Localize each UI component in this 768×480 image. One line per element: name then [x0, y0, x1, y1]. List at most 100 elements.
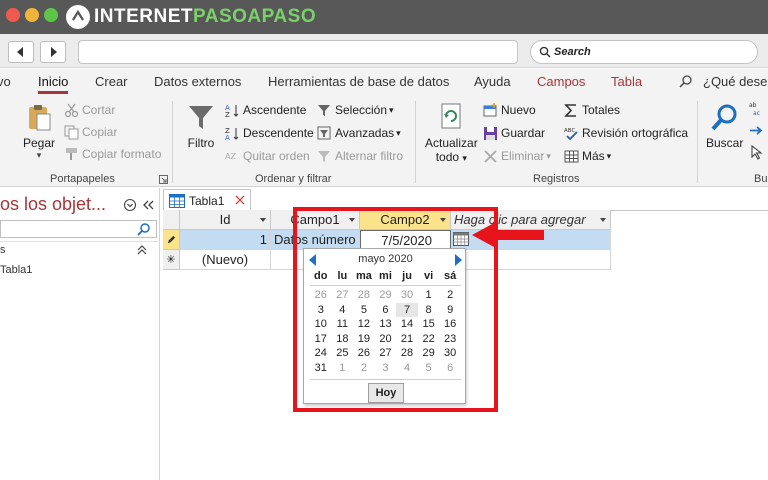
chevron-down-icon: ▾: [606, 150, 612, 161]
format-painter-label: Copiar formato: [82, 147, 162, 161]
logo-suffix: PASOAPASO: [193, 6, 317, 27]
cell-new-id[interactable]: (Nuevo): [180, 250, 271, 270]
close-icon[interactable]: [234, 194, 246, 206]
selection-filter-label: Selección: [335, 103, 388, 117]
asterisk-icon: ✳: [166, 254, 176, 266]
close-window-button[interactable]: [6, 8, 20, 22]
filter-button[interactable]: Filtro: [185, 101, 217, 150]
dropdown-arrow-icon[interactable]: [260, 218, 266, 222]
group-label-registros: Registros: [533, 173, 580, 185]
navpane-group-header[interactable]: s: [0, 244, 6, 256]
toggle-filter-button[interactable]: Alternar filtro: [316, 148, 403, 164]
replace-button[interactable]: ab ac: [748, 100, 767, 116]
chevron-down-circle-icon[interactable]: [123, 198, 137, 212]
minimize-window-button[interactable]: [25, 8, 39, 22]
row-selector-current[interactable]: [163, 230, 180, 250]
maximize-window-button[interactable]: [44, 8, 58, 22]
arrow-left-icon: [17, 47, 23, 57]
svg-text:A: A: [225, 134, 230, 141]
document-tab-label: Tabla1: [189, 193, 225, 208]
tab-datos-externos[interactable]: Datos externos: [154, 74, 241, 89]
find-button[interactable]: Buscar: [706, 101, 743, 150]
select-button[interactable]: [748, 144, 767, 160]
save-icon: [483, 126, 497, 140]
navpane-search-input[interactable]: [0, 220, 157, 238]
refresh-all-button[interactable]: Actualizar todo ▾: [425, 101, 478, 164]
dialog-launcher-icon[interactable]: [159, 175, 168, 184]
spelling-button[interactable]: ABC Revisión ortográfica: [563, 125, 689, 141]
sort-az-icon: AZ: [225, 104, 238, 118]
divider: [0, 241, 160, 242]
search-field[interactable]: Search: [530, 40, 758, 64]
double-chevron-up-icon[interactable]: [136, 244, 148, 256]
arrow-right-icon: [749, 125, 762, 135]
tab-herramientas[interactable]: Herramientas de base de datos: [268, 74, 449, 89]
tab-crear[interactable]: Crear: [95, 74, 128, 89]
column-header-id[interactable]: Id: [180, 210, 271, 230]
totals-label: Totales: [582, 103, 621, 117]
forward-button[interactable]: [40, 41, 66, 63]
collapse-pane-icon[interactable]: [141, 198, 155, 212]
address-bar[interactable]: [78, 40, 518, 64]
row-selector-new[interactable]: ✳: [163, 250, 180, 270]
tab-ayuda[interactable]: Ayuda: [474, 74, 511, 89]
group-label-ordenar: Ordenar y filtrar: [255, 173, 332, 185]
tab-tabla[interactable]: Tabla: [611, 74, 642, 89]
find-label: Buscar: [706, 136, 744, 150]
new-record-label: Nuevo: [501, 103, 536, 117]
selection-filter-button[interactable]: Selección ▾: [316, 102, 394, 118]
sigma-icon: [563, 103, 576, 117]
group-separator: [697, 101, 698, 183]
spellcheck-icon: ABC: [564, 128, 578, 140]
sort-descending-button[interactable]: ZA Descendente: [224, 125, 314, 141]
sort-ascending-label: Ascendente: [243, 103, 307, 117]
navpane-item-tabla1[interactable]: Tabla1: [0, 264, 32, 276]
group-separator: [415, 101, 416, 183]
dropdown-arrow-icon[interactable]: [600, 218, 606, 222]
format-painter-button[interactable]: Copiar formato: [63, 146, 161, 162]
goto-button[interactable]: [748, 122, 767, 138]
cut-button[interactable]: Cortar: [63, 102, 115, 118]
navigation-pane: os los objet... s Tabla1: [0, 188, 160, 480]
funnel-icon: [189, 106, 213, 129]
advanced-filter-label: Avanzadas: [335, 126, 395, 140]
chevron-down-icon: ▾: [396, 127, 401, 138]
select-all-corner[interactable]: [163, 210, 180, 230]
pencil-icon: [167, 235, 175, 244]
back-button[interactable]: [8, 41, 34, 63]
delete-record-button[interactable]: Eliminar ▾: [482, 148, 551, 164]
save-record-button[interactable]: Guardar: [482, 125, 545, 141]
copy-icon: [64, 125, 78, 139]
remove-sort-label: Quitar orden: [243, 149, 310, 163]
svg-text:ABC: ABC: [564, 128, 575, 134]
table-icon: [169, 193, 185, 208]
group-separator: [172, 101, 173, 183]
tab-campos[interactable]: Campos: [537, 74, 585, 89]
tell-me-field[interactable]: ¿Qué desea: [703, 74, 768, 89]
remove-sort-button[interactable]: AZ Quitar orden: [224, 148, 310, 164]
totals-button[interactable]: Totales: [563, 102, 620, 118]
document-tab-tabla1[interactable]: Tabla1: [163, 189, 251, 211]
new-record-button[interactable]: Nuevo: [482, 102, 536, 118]
sort-ascending-button[interactable]: AZ Ascendente: [224, 102, 307, 118]
search-icon[interactable]: [137, 222, 151, 236]
new-record-icon: [483, 102, 496, 116]
tab-inicio[interactable]: Inicio: [38, 74, 69, 94]
annotation-highlight-box: [293, 207, 498, 412]
cell-id[interactable]: 1: [180, 230, 271, 250]
paste-button[interactable]: Pegar ▾: [23, 101, 55, 161]
delete-record-label: Eliminar: [501, 149, 545, 163]
navpane-title[interactable]: os los objet...: [0, 194, 106, 215]
group-label-portapapeles: Portapapeles: [50, 173, 115, 185]
paintbrush-icon: [65, 147, 77, 160]
paste-label: Pegar: [23, 136, 56, 150]
tab-archivo[interactable]: vo: [0, 74, 11, 89]
scissors-icon: [64, 103, 78, 117]
ribbon-tab-bar: vo Inicio Crear Datos externos Herramien…: [0, 69, 768, 95]
window-titlebar: INTERNETPASOAPASO: [0, 0, 768, 34]
copy-button[interactable]: Copiar: [63, 124, 117, 140]
sort-descending-label: Descendente: [243, 126, 314, 140]
refresh-label-2: todo ▾: [435, 150, 467, 164]
more-button[interactable]: Más ▾: [563, 148, 611, 164]
advanced-filter-button[interactable]: Avanzadas ▾: [316, 125, 401, 141]
